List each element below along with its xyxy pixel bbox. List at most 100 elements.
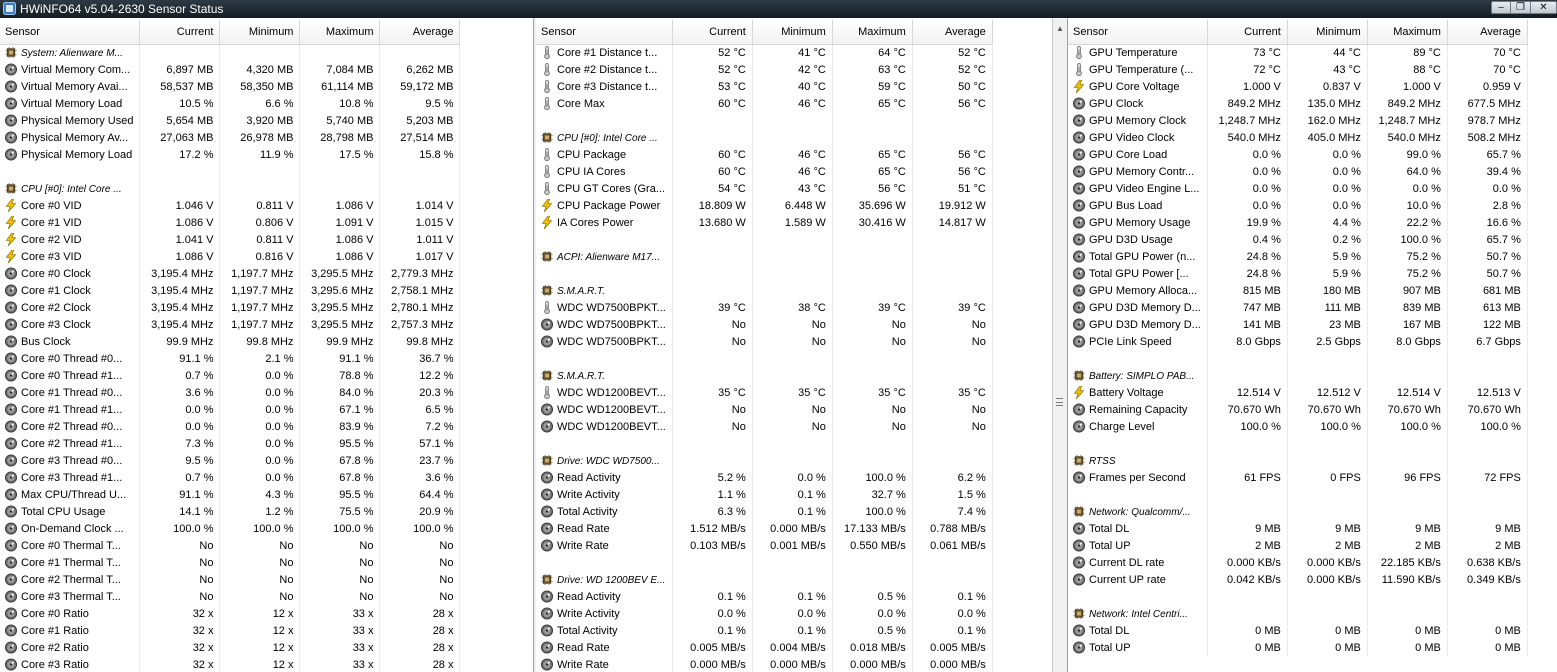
sensor-row[interactable]: Core #2 Distance t... 52 °C 42 °C 63 °C 52 °… [536, 61, 993, 78]
sensor-row[interactable]: Core #1 Thread #1... 0.0 % 0.0 % 67.1 % 6.5 … [0, 401, 461, 418]
sensor-row[interactable]: Write Rate 0.000 MB/s 0.000 MB/s 0.000 MB/s… [536, 656, 993, 672]
sensor-row[interactable]: Core #1 Thread #0... 3.6 % 0.0 % 84.0 % 20.3… [0, 384, 461, 401]
column-header-maximum[interactable]: Maximum [299, 20, 381, 45]
vertical-scrollbar[interactable]: ▲ [1052, 20, 1067, 672]
sensor-row[interactable]: IA Cores Power 13.680 W 1.589 W 30.416 W 14.… [536, 214, 993, 231]
sensor-row[interactable]: WDC WD7500BPKT... No No No No [536, 316, 993, 333]
sensor-row[interactable]: Read Activity 0.1 % 0.1 % 0.5 % 0.1 % [536, 588, 993, 605]
sensor-row[interactable]: Total DL 0 MB 0 MB 0 MB 0 MB [1068, 622, 1528, 639]
sensor-group-header[interactable]: Drive: WDC WD7500... [536, 452, 993, 469]
sensor-group-header[interactable]: RTSS [1068, 452, 1528, 469]
sensor-row[interactable]: Physical Memory Av... 27,063 MB 26,978 MB 2… [0, 129, 461, 146]
sensor-row[interactable]: Physical Memory Load 17.2 % 11.9 % 17.5 % 15… [0, 146, 461, 163]
column-header-maximum[interactable]: Maximum [1367, 20, 1448, 45]
sensor-row[interactable]: Virtual Memory Load 10.5 % 6.6 % 10.8 % 9.5 … [0, 95, 461, 112]
sensor-row[interactable]: Physical Memory Used 5,654 MB 3,920 MB 5,74… [0, 112, 461, 129]
sensor-row[interactable]: Core #3 Thread #1... 0.7 % 0.0 % 67.8 % 3.6 … [0, 469, 461, 486]
sensor-row[interactable]: Current UP rate 0.042 KB/s 0.000 KB/s 11.59… [1068, 571, 1528, 588]
sensor-row[interactable]: GPU D3D Memory D... 747 MB 111 MB 839 MB 613… [1068, 299, 1528, 316]
column-header-maximum[interactable]: Maximum [832, 20, 913, 45]
sensor-row[interactable]: WDC WD1200BEVT... 35 °C 35 °C 35 °C 35 °C [536, 384, 993, 401]
sensor-row[interactable]: Total GPU Power [... 24.8 % 5.9 % 75.2 % 50.… [1068, 265, 1528, 282]
sensor-row[interactable]: Total DL 9 MB 9 MB 9 MB 9 MB [1068, 520, 1528, 537]
sensor-row[interactable]: Core #3 Distance t... 53 °C 40 °C 59 °C 50 °… [536, 78, 993, 95]
column-header-minimum[interactable]: Minimum [1287, 20, 1368, 45]
sensor-row[interactable]: Core #0 Thread #0... 91.1 % 2.1 % 91.1 % 36.… [0, 350, 461, 367]
sensor-row[interactable]: Core #0 Clock 3,195.4 MHz 1,197.7 MHz 3,295… [0, 265, 461, 282]
sensor-group-header[interactable]: Network: Intel Centri... [1068, 605, 1528, 622]
sensor-row[interactable]: Core #1 Thermal T... No No No No [0, 554, 461, 571]
sensor-row[interactable]: Core #1 Clock 3,195.4 MHz 1,197.7 MHz 3,295… [0, 282, 461, 299]
column-header-sensor[interactable]: Sensor [1068, 20, 1208, 45]
sensor-row[interactable]: Read Activity 5.2 % 0.0 % 100.0 % 6.2 % [536, 469, 993, 486]
scroll-up-arrow-icon[interactable]: ▲ [1056, 24, 1064, 33]
sensor-row[interactable]: Current DL rate 0.000 KB/s 0.000 KB/s 22.18… [1068, 554, 1528, 571]
sensor-row[interactable]: Read Rate 0.005 MB/s 0.004 MB/s 0.018 MB/s 0… [536, 639, 993, 656]
sensor-row[interactable]: WDC WD1200BEVT... No No No No [536, 418, 993, 435]
restore-button[interactable]: ❐ [1511, 1, 1531, 14]
sensor-row[interactable]: Core #3 Clock 3,195.4 MHz 1,197.7 MHz 3,295… [0, 316, 461, 333]
sensor-row[interactable]: Core #1 Ratio 32 x 12 x 33 x 28 x [0, 622, 461, 639]
sensor-row[interactable]: Virtual Memory Avai... 58,537 MB 58,350 MB… [0, 78, 461, 95]
sensor-row[interactable]: Total UP 0 MB 0 MB 0 MB 0 MB [1068, 639, 1528, 656]
sensor-row[interactable]: CPU Package 60 °C 46 °C 65 °C 56 °C [536, 146, 993, 163]
sensor-row[interactable]: Core #2 Thermal T... No No No No [0, 571, 461, 588]
sensor-row[interactable]: Core #2 Thread #0... 0.0 % 0.0 % 83.9 % 7.2 … [0, 418, 461, 435]
sensor-group-header[interactable]: System: Alienware M... [0, 44, 461, 61]
column-header-minimum[interactable]: Minimum [752, 20, 833, 45]
sensor-panel-2[interactable]: Sensor Current Minimum Maximum Average Core #… [536, 20, 1052, 672]
sensor-group-header[interactable]: Network: Qualcomm/... [1068, 503, 1528, 520]
column-header-current[interactable]: Current [672, 20, 753, 45]
sensor-row[interactable]: GPU Memory Clock 1,248.7 MHz 162.0 MHz 1,24… [1068, 112, 1528, 129]
sensor-row[interactable]: CPU Package Power 18.809 W 6.448 W 35.696 W… [536, 197, 993, 214]
column-header-minimum[interactable]: Minimum [219, 20, 301, 45]
column-header-sensor[interactable]: Sensor [0, 20, 141, 45]
sensor-row[interactable]: Core #1 Distance t... 52 °C 41 °C 64 °C 52 °… [536, 44, 993, 61]
sensor-group-header[interactable]: S.M.A.R.T. [536, 282, 993, 299]
sensor-row[interactable]: Virtual Memory Com... 6,897 MB 4,320 MB 7,0… [0, 61, 461, 78]
sensor-group-header[interactable]: ACPI: Alienware M17... [536, 248, 993, 265]
sensor-row[interactable]: Write Activity 0.0 % 0.0 % 0.0 % 0.0 % [536, 605, 993, 622]
sensor-row[interactable]: Core #0 VID 1.046 V 0.811 V 1.086 V 1.014 V [0, 197, 461, 214]
sensor-row[interactable]: GPU Clock 849.2 MHz 135.0 MHz 849.2 MHz 677.… [1068, 95, 1528, 112]
sensor-row[interactable]: Charge Level 100.0 % 100.0 % 100.0 % 100.0 % [1068, 418, 1528, 435]
column-header-average[interactable]: Average [1447, 20, 1528, 45]
column-header-sensor[interactable]: Sensor [536, 20, 673, 45]
sensor-row[interactable]: Core #0 Ratio 32 x 12 x 33 x 28 x [0, 605, 461, 622]
sensor-row[interactable]: Core #2 Ratio 32 x 12 x 33 x 28 x [0, 639, 461, 656]
sensor-row[interactable]: Frames per Second 61 FPS 0 FPS 96 FPS 72 FPS [1068, 469, 1528, 486]
sensor-row[interactable]: On-Demand Clock ... 100.0 % 100.0 % 100.0 %… [0, 520, 461, 537]
sensor-row[interactable]: Remaining Capacity 70.670 Wh 70.670 Wh 70.6… [1068, 401, 1528, 418]
sensor-row[interactable]: Core #0 Thread #1... 0.7 % 0.0 % 78.8 % 12.2… [0, 367, 461, 384]
minimize-button[interactable]: – [1491, 1, 1511, 14]
sensor-row[interactable]: Max CPU/Thread U... 91.1 % 4.3 % 95.5 % 64.4… [0, 486, 461, 503]
sensor-row[interactable]: Core #3 Ratio 32 x 12 x 33 x 28 x [0, 656, 461, 672]
sensor-row[interactable]: GPU Memory Alloca... 815 MB 180 MB 907 MB 68… [1068, 282, 1528, 299]
column-header-current[interactable]: Current [1207, 20, 1288, 45]
sensor-row[interactable]: GPU Core Load 0.0 % 0.0 % 99.0 % 65.7 % [1068, 146, 1528, 163]
sensor-group-header[interactable]: S.M.A.R.T. [536, 367, 993, 384]
sensor-row[interactable]: GPU Temperature 73 °C 44 °C 89 °C 70 °C [1068, 44, 1528, 61]
sensor-row[interactable]: Core Max 60 °C 46 °C 65 °C 56 °C [536, 95, 993, 112]
sensor-group-header[interactable]: CPU [#0]: Intel Core ... [0, 180, 461, 197]
sensor-row[interactable]: Total Activity 0.1 % 0.1 % 0.5 % 0.1 % [536, 622, 993, 639]
sensor-row[interactable]: Total GPU Power (n... 24.8 % 5.9 % 75.2 % 50… [1068, 248, 1528, 265]
sensor-row[interactable]: GPU Core Voltage 1.000 V 0.837 V 1.000 V 0.9… [1068, 78, 1528, 95]
sensor-row[interactable]: GPU D3D Usage 0.4 % 0.2 % 100.0 % 65.7 % [1068, 231, 1528, 248]
sensor-row[interactable]: GPU Memory Contr... 0.0 % 0.0 % 64.0 % 39.4 … [1068, 163, 1528, 180]
sensor-row[interactable]: WDC WD7500BPKT... No No No No [536, 333, 993, 350]
sensor-row[interactable]: GPU Memory Usage 19.9 % 4.4 % 22.2 % 16.6 % [1068, 214, 1528, 231]
sensor-row[interactable]: Battery Voltage 12.514 V 12.512 V 12.514 V1… [1068, 384, 1528, 401]
sensor-row[interactable]: Write Activity 1.1 % 0.1 % 32.7 % 1.5 % [536, 486, 993, 503]
sensor-panel-3[interactable]: Sensor Current Minimum Maximum Average GPU Te… [1068, 20, 1557, 672]
sensor-row[interactable]: CPU IA Cores 60 °C 46 °C 65 °C 56 °C [536, 163, 993, 180]
sensor-row[interactable]: Core #0 Thermal T... No No No No [0, 537, 461, 554]
sensor-group-header[interactable]: Battery: SIMPLO PAB... [1068, 367, 1528, 384]
column-header-average[interactable]: Average [379, 20, 461, 45]
close-button[interactable]: ✕ [1531, 1, 1557, 14]
sensor-row[interactable]: Core #3 Thermal T... No No No No [0, 588, 461, 605]
sensor-row[interactable]: CPU GT Cores (Gra... 54 °C 43 °C 56 °C 51 °C [536, 180, 993, 197]
sensor-group-header[interactable]: CPU [#0]: Intel Core ... [536, 129, 993, 146]
sensor-row[interactable]: WDC WD1200BEVT... No No No No [536, 401, 993, 418]
sensor-row[interactable]: GPU Video Engine L... 0.0 % 0.0 % 0.0 % 0.0 … [1068, 180, 1528, 197]
